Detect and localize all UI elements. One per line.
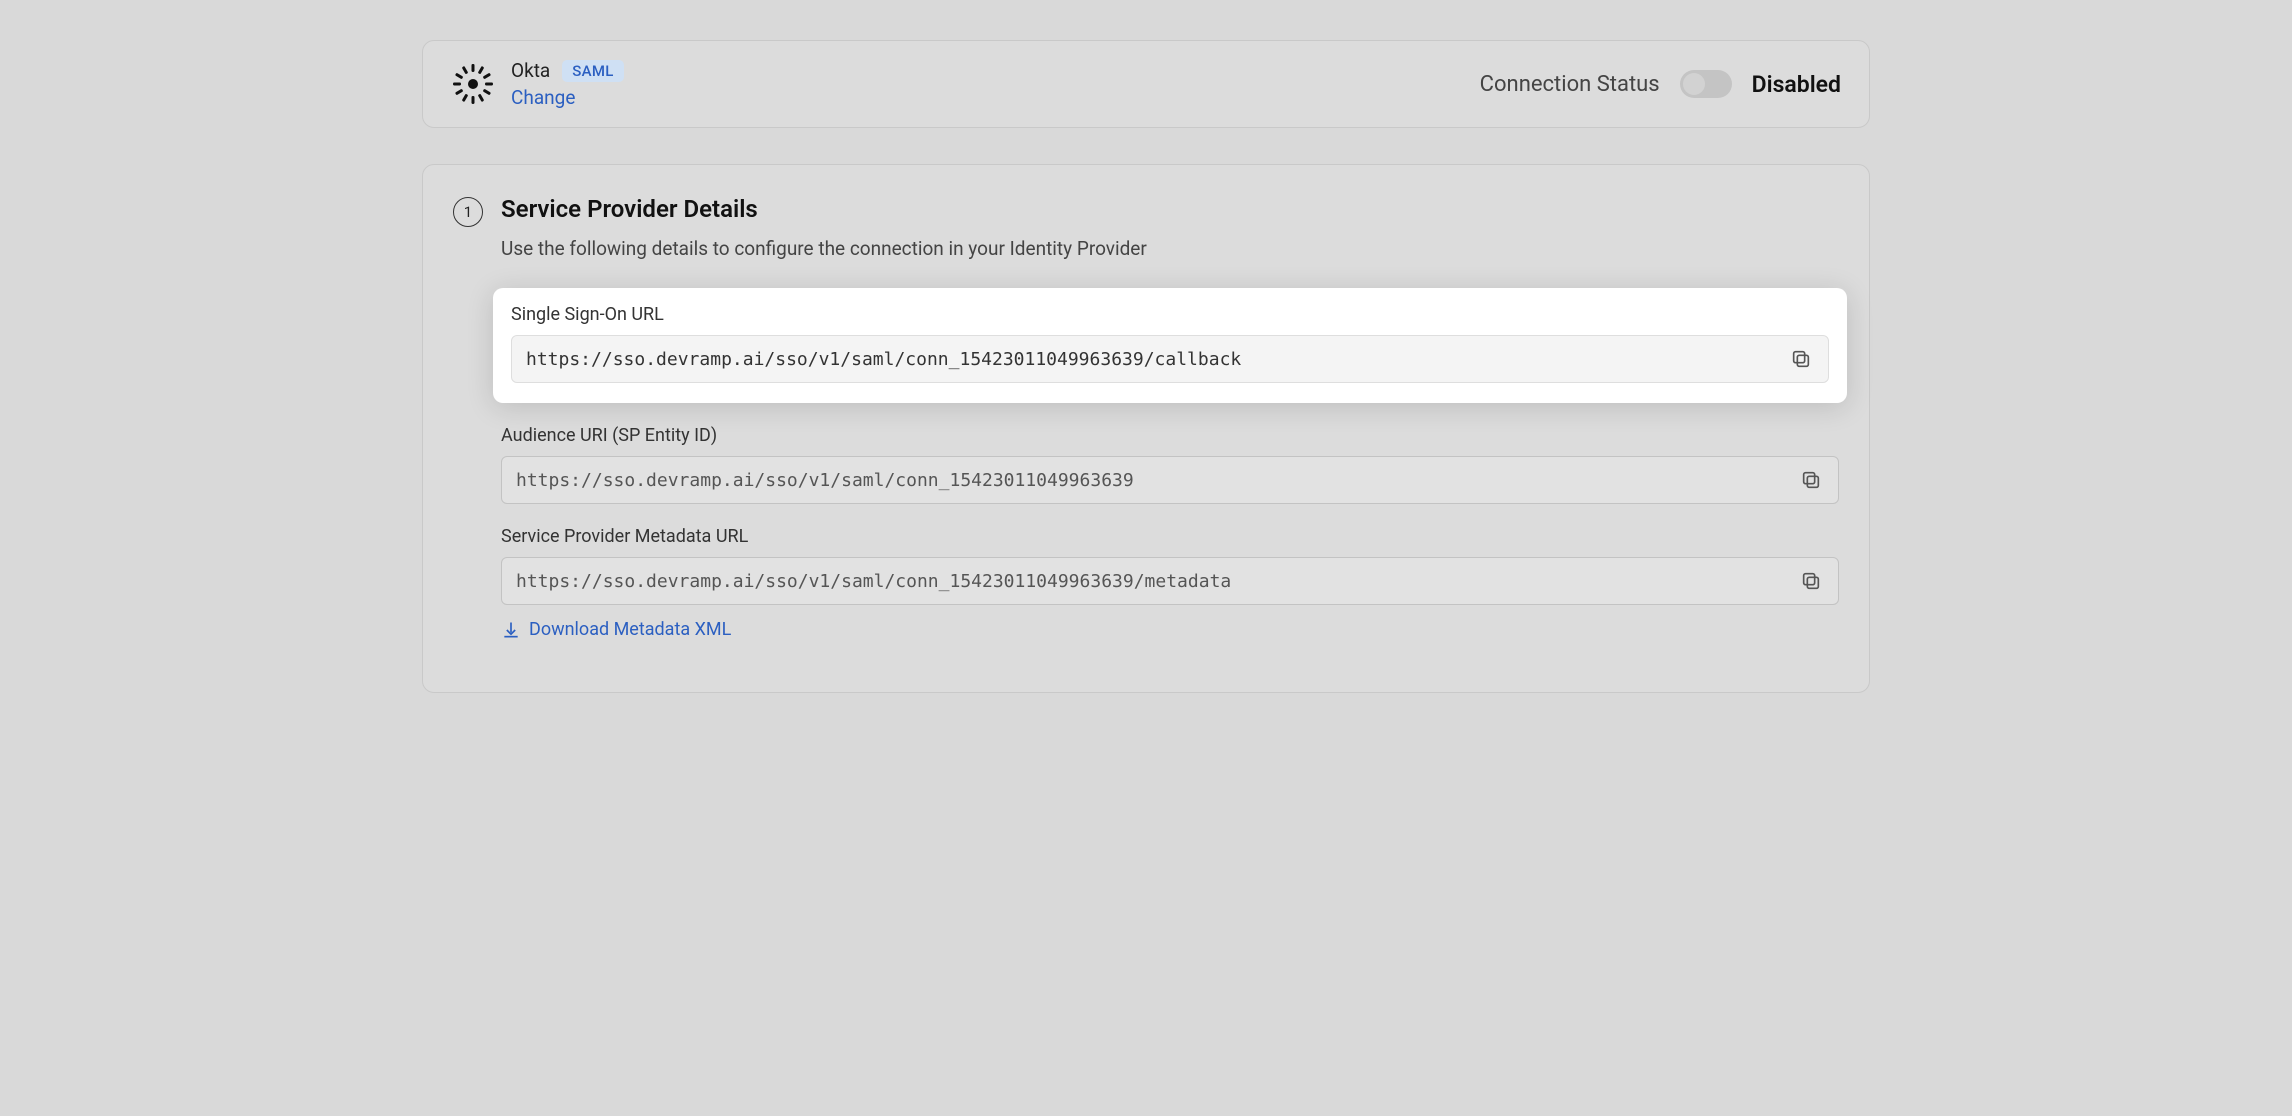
download-icon xyxy=(501,620,521,640)
connection-status-block: Connection Status Disabled xyxy=(1480,70,1841,98)
protocol-badge: SAML xyxy=(562,60,623,82)
connection-header: Okta SAML Change Connection Status Disab… xyxy=(422,40,1870,128)
provider-name: Okta xyxy=(511,59,550,82)
metadata-url-box: https://sso.devramp.ai/sso/v1/saml/conn_… xyxy=(501,557,1839,605)
connection-status-toggle[interactable] xyxy=(1680,70,1732,98)
section-head: 1 Service Provider Details xyxy=(453,195,1839,227)
sso-url-box: https://sso.devramp.ai/sso/v1/saml/conn_… xyxy=(511,335,1829,383)
audience-uri-box: https://sso.devramp.ai/sso/v1/saml/conn_… xyxy=(501,456,1839,504)
section-description: Use the following details to configure t… xyxy=(501,237,1839,260)
copy-icon[interactable] xyxy=(1798,467,1824,493)
sso-url-field: Single Sign-On URL https://sso.devramp.a… xyxy=(493,288,1847,403)
connection-status-label: Connection Status xyxy=(1480,72,1660,97)
audience-uri-label: Audience URI (SP Entity ID) xyxy=(501,425,1839,446)
copy-icon[interactable] xyxy=(1788,346,1814,372)
audience-uri-value: https://sso.devramp.ai/sso/v1/saml/conn_… xyxy=(516,470,1134,491)
connection-status-value: Disabled xyxy=(1752,71,1841,98)
download-metadata-link[interactable]: Download Metadata XML xyxy=(501,619,1839,640)
service-provider-details-card: 1 Service Provider Details Use the follo… xyxy=(422,164,1870,693)
sso-url-value: https://sso.devramp.ai/sso/v1/saml/conn_… xyxy=(526,349,1241,370)
change-provider-link[interactable]: Change xyxy=(511,86,624,109)
download-metadata-label: Download Metadata XML xyxy=(529,619,731,640)
sso-url-label: Single Sign-On URL xyxy=(511,304,1829,325)
metadata-url-field: Service Provider Metadata URL https://ss… xyxy=(501,526,1839,640)
section-title: Service Provider Details xyxy=(501,195,758,223)
provider-block: Okta SAML Change xyxy=(451,59,624,109)
audience-uri-field: Audience URI (SP Entity ID) https://sso.… xyxy=(501,425,1839,504)
okta-icon xyxy=(451,62,495,106)
metadata-url-value: https://sso.devramp.ai/sso/v1/saml/conn_… xyxy=(516,571,1231,592)
metadata-url-label: Service Provider Metadata URL xyxy=(501,526,1839,547)
step-indicator: 1 xyxy=(453,197,483,227)
copy-icon[interactable] xyxy=(1798,568,1824,594)
